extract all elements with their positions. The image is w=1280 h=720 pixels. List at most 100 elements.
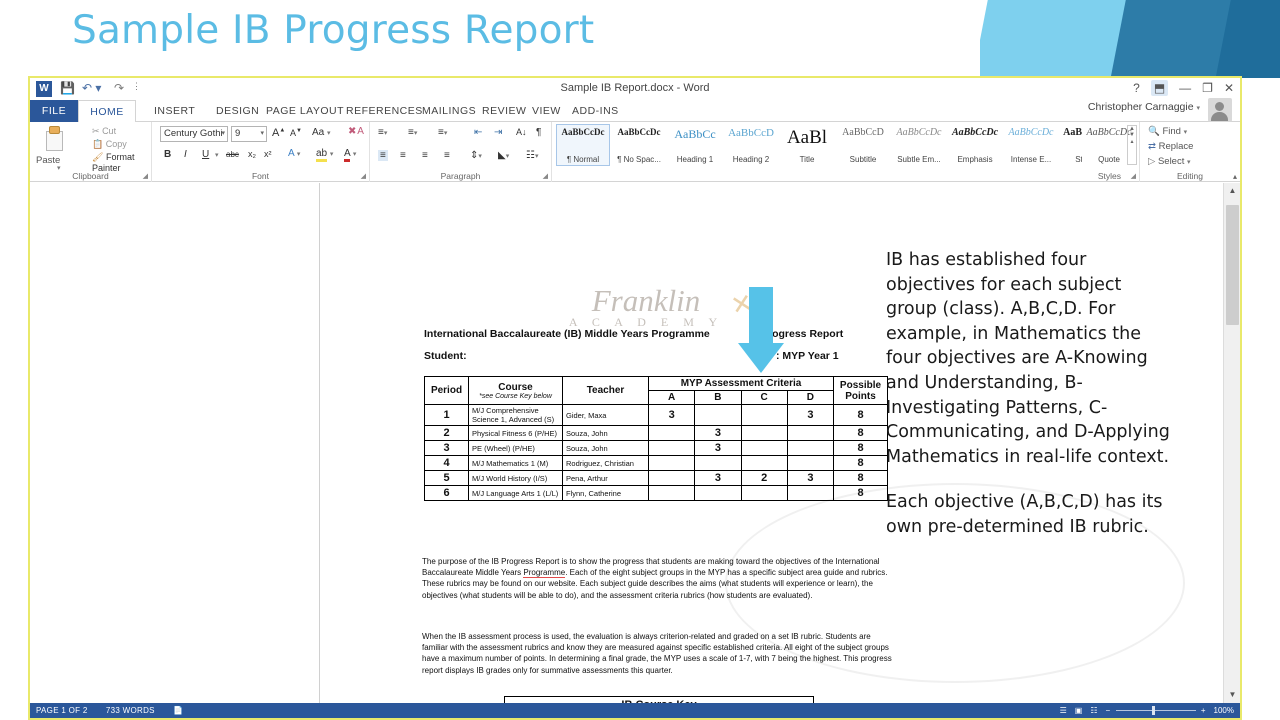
style-sample: AaBbCc [674, 127, 716, 141]
font-size-input[interactable]: 9 ▾ [231, 126, 267, 142]
select-button[interactable]: ▷ Select ▾ [1148, 156, 1191, 167]
multilevel-list-icon[interactable]: ≡▾ [438, 127, 447, 138]
print-layout-icon[interactable]: ▣ [1075, 703, 1083, 718]
student-label: Student: [424, 350, 467, 362]
highlight-color-icon[interactable]: ab ▾ [316, 148, 333, 162]
document-heading: International Baccalaureate (IB) Middle … [424, 328, 710, 340]
increase-indent-icon[interactable]: ⇥ [494, 127, 502, 138]
styles-dialog-launcher-icon[interactable]: ◢ [1131, 172, 1136, 180]
franklin-academy-logo: Franklin A C A D E M Y ✕ [531, 283, 761, 330]
style-sample: AaBl [786, 127, 828, 148]
style-subtle-emphasis[interactable]: AaBbCcDc Subtle Em... [892, 124, 946, 166]
font-color-icon[interactable]: A ▾ [344, 148, 356, 162]
format-painter-button[interactable]: 🖌 Format Painter [92, 152, 151, 173]
style-heading-2[interactable]: AaBbCcD Heading 2 [724, 124, 778, 166]
cell-period: 3 [424, 440, 469, 456]
tab-home[interactable]: HOME [78, 100, 136, 123]
styles-more-icon[interactable]: ▴ [1128, 138, 1136, 145]
line-spacing-icon[interactable]: ⇕▾ [470, 150, 482, 161]
zoom-in-button[interactable]: + [1201, 703, 1206, 718]
annotation-paragraph-2: Each objective (A,B,C,D) has its own pre… [886, 492, 1163, 537]
find-button[interactable]: 🔍 Find ▾ [1148, 126, 1187, 137]
cut-button[interactable]: ✂ Cut [92, 126, 116, 137]
tab-insert[interactable]: INSERT [144, 100, 205, 122]
bullet-list-icon[interactable]: ≡▾ [378, 127, 387, 138]
clear-formatting-icon[interactable]: ✖ A [348, 126, 364, 137]
font-name-chevron-icon[interactable]: ▾ [221, 127, 225, 141]
zoom-level[interactable]: 100% [1214, 703, 1234, 718]
decrease-indent-icon[interactable]: ⇤ [474, 127, 482, 138]
style-normal[interactable]: AaBbCcDc ¶ Normal [556, 124, 610, 166]
style-title[interactable]: AaBl Title [780, 124, 834, 166]
text-effects-icon[interactable]: A ▾ [288, 148, 300, 159]
tab-add-ins[interactable]: ADD-INS [562, 100, 629, 122]
web-layout-icon[interactable]: ☷ [1090, 703, 1097, 718]
subscript-button[interactable]: x₂ [248, 149, 256, 159]
cell-course: M/J Language Arts 1 (L/L) [468, 485, 563, 501]
read-mode-icon[interactable]: ☰ [1060, 703, 1067, 718]
show-formatting-icon[interactable]: ¶ [536, 127, 541, 138]
minimize-icon[interactable]: — [1179, 80, 1191, 96]
scroll-down-icon[interactable]: ▼ [1224, 687, 1240, 703]
style-sample: AaBbCcD [728, 127, 774, 139]
bold-button[interactable]: B [164, 149, 171, 160]
styles-scroll[interactable]: ▲ ▼ ▴ [1127, 125, 1137, 165]
avatar[interactable] [1208, 98, 1232, 122]
font-dialog-launcher-icon[interactable]: ◢ [361, 172, 366, 180]
strikethrough-button[interactable]: abc [226, 150, 239, 159]
ribbon-display-options-icon[interactable]: ⬒ [1150, 80, 1169, 96]
style-name: ¶ Normal [566, 155, 600, 164]
zoom-track[interactable] [1115, 710, 1196, 711]
zoom-out-button[interactable]: − [1106, 703, 1111, 718]
proofing-icon[interactable]: 📄 [173, 706, 183, 715]
style-subtitle[interactable]: AaBbCcD Subtitle [836, 124, 890, 166]
zoom-knob[interactable] [1151, 706, 1155, 715]
paste-icon[interactable] [44, 126, 66, 152]
justify-icon[interactable]: ≡ [444, 150, 450, 161]
sort-icon[interactable]: A↓ [516, 127, 527, 137]
align-left-icon[interactable]: ≡ [378, 150, 388, 161]
tab-file[interactable]: FILE [30, 100, 78, 122]
underline-chevron-icon[interactable]: ▾ [215, 151, 219, 159]
style-emphasis[interactable]: AaBbCcDc Emphasis [948, 124, 1002, 166]
change-case-icon[interactable]: Aa ▾ [312, 127, 331, 138]
clipboard-dialog-launcher-icon[interactable]: ◢ [143, 172, 148, 180]
scroll-up-icon[interactable]: ▲ [1224, 183, 1240, 199]
collapse-ribbon-icon[interactable]: ▴ [1233, 172, 1237, 181]
copy-button[interactable]: 📋 Copy [92, 139, 127, 150]
align-center-icon[interactable]: ≡ [400, 150, 406, 161]
window-title: Sample IB Report.docx - Word [560, 82, 710, 94]
shading-icon[interactable]: ◣▾ [498, 150, 509, 161]
grow-font-icon[interactable]: A▲ [272, 127, 285, 139]
numbered-list-icon[interactable]: ≡▾ [408, 127, 417, 138]
help-icon[interactable]: ? [1133, 80, 1140, 96]
align-right-icon[interactable]: ≡ [422, 150, 428, 161]
font-size-chevron-icon[interactable]: ▾ [260, 127, 264, 141]
slide-decoration [980, 0, 1280, 78]
account-name[interactable]: Christopher Carnaggie ▾ [1088, 98, 1232, 122]
style-heading-1[interactable]: AaBbCc Heading 1 [668, 124, 722, 166]
paragraph-dialog-launcher-icon[interactable]: ◢ [543, 172, 548, 180]
font-name-input[interactable]: Century Gothi ▾ [160, 126, 228, 142]
vertical-scrollbar[interactable]: ▲ ▼ [1223, 183, 1240, 703]
cell-d: 3 [786, 404, 835, 426]
grade-level-label: : MYP Year 1 [776, 350, 839, 362]
cell-c: 2 [740, 470, 788, 486]
borders-icon[interactable]: ☷▾ [526, 150, 538, 161]
document-paragraph-2: When the IB assessment process is used, … [422, 632, 892, 675]
close-icon[interactable]: ✕ [1224, 80, 1234, 96]
zoom-slider[interactable]: − + [1106, 703, 1206, 718]
style-no-spacing[interactable]: AaBbCcDc ¶ No Spac... [612, 124, 666, 166]
style-intense-emphasis[interactable]: AaBbCcDc Intense E... [1004, 124, 1058, 166]
italic-button[interactable]: I [184, 149, 187, 160]
underline-button[interactable]: U [202, 149, 209, 160]
document-heading-text: International Baccalaureate (IB) Middle … [424, 328, 710, 340]
style-sample: AaBbCcD [842, 127, 884, 138]
restore-icon[interactable]: ❐ [1202, 80, 1213, 96]
scroll-thumb[interactable] [1226, 205, 1239, 325]
word-count[interactable]: 733 WORDS [106, 706, 155, 715]
replace-button[interactable]: ⇄ Replace [1148, 141, 1193, 152]
superscript-button[interactable]: x² [264, 149, 272, 159]
shrink-font-icon[interactable]: A▼ [290, 128, 302, 138]
page-indicator[interactable]: PAGE 1 OF 2 [36, 706, 88, 715]
